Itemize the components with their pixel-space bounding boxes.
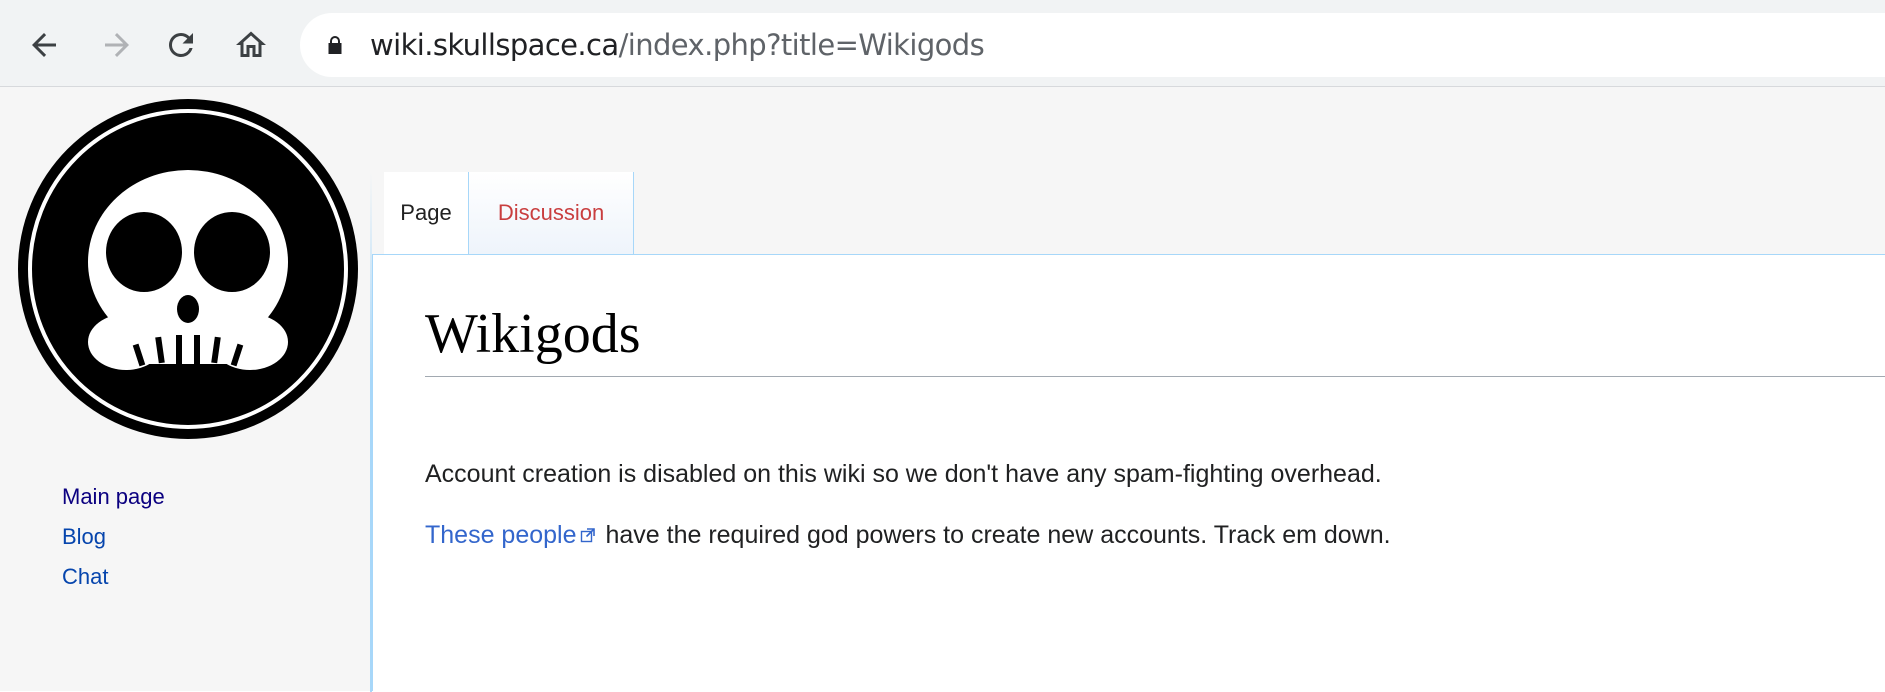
lock-icon — [328, 36, 342, 54]
tab-page[interactable]: Page — [384, 172, 468, 254]
browser-toolbar: wiki.skullspace.ca/index.php?title=Wikig… — [0, 0, 1885, 87]
sidebar-item-blog[interactable]: Blog — [62, 517, 165, 557]
sidebar-item-chat[interactable]: Chat — [62, 557, 165, 597]
sidebar-navigation: Main page Blog Chat — [62, 477, 165, 597]
tab-discussion-label: Discussion — [497, 200, 605, 225]
tab-discussion[interactable]: Discussion — [468, 172, 634, 254]
reload-button[interactable] — [157, 21, 205, 69]
skull-logo[interactable] — [16, 97, 360, 441]
address-bar[interactable]: wiki.skullspace.ca/index.php?title=Wikig… — [300, 13, 1885, 77]
these-people-link[interactable]: These people — [425, 521, 577, 549]
back-arrow-icon — [32, 33, 56, 57]
paragraph-account-creation: Account creation is disabled on this wik… — [425, 460, 1382, 488]
paragraph-these-people: These people have the required god power… — [425, 521, 1391, 550]
reload-icon — [168, 32, 193, 57]
url-host: wiki.skullspace.ca — [370, 28, 619, 62]
title-divider — [425, 376, 1885, 377]
forward-arrow-icon — [105, 33, 129, 57]
article-content: Wikigods Account creation is disabled on… — [372, 254, 1885, 691]
wiki-page: Main page Blog Chat Page Discussion Wiki… — [0, 87, 1885, 692]
forward-button[interactable] — [93, 21, 141, 69]
back-button[interactable] — [20, 21, 68, 69]
external-link-icon — [580, 528, 595, 543]
tab-page-label: Page — [400, 200, 452, 225]
home-icon — [236, 31, 266, 57]
page-title: Wikigods — [425, 303, 641, 365]
url-path: /index.php?title=Wikigods — [618, 28, 985, 62]
paragraph-these-people-rest: have the required god powers to create n… — [598, 521, 1391, 549]
url-text[interactable]: wiki.skullspace.ca/index.php?title=Wikig… — [370, 27, 985, 63]
sidebar-item-main-page[interactable]: Main page — [62, 477, 165, 517]
page-tabs: Page Discussion — [372, 172, 1885, 254]
home-button[interactable] — [227, 21, 275, 69]
